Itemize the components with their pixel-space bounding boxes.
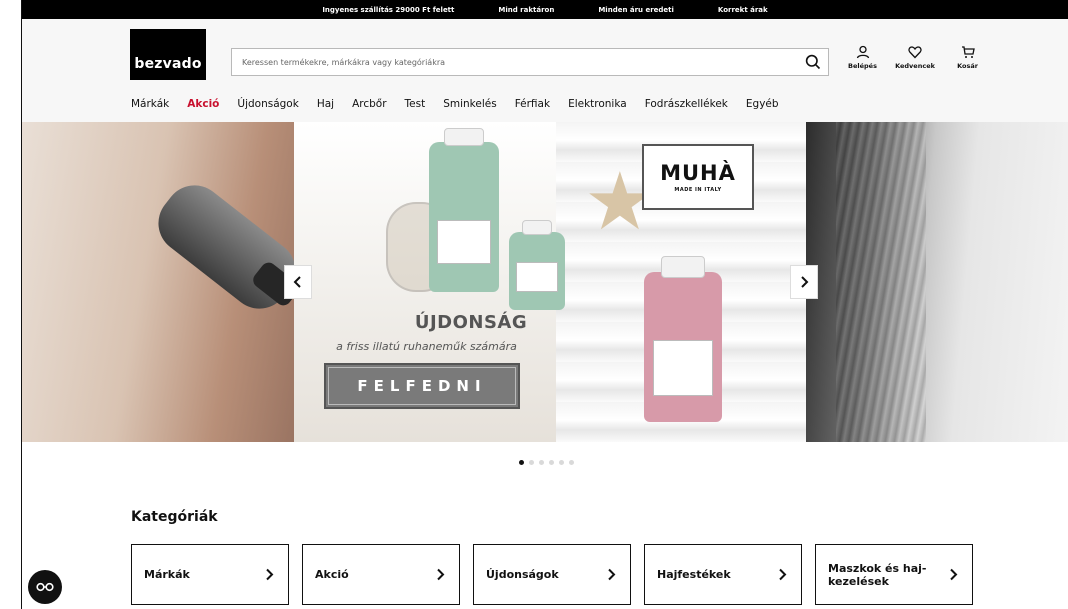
hero-slide-prev-preview [22, 122, 308, 442]
nav-item-new[interactable]: Újdonságok [237, 98, 298, 110]
hero-slide-active[interactable]: ★ MUHÀ MADE IN ITALY ÚJDONSÁG a friss il… [294, 122, 806, 442]
accessibility-button[interactable] [28, 570, 62, 604]
carousel-dot[interactable] [519, 460, 524, 465]
nav-item-other[interactable]: Egyéb [746, 98, 779, 110]
category-label: Hajfestékek [657, 568, 731, 581]
chevron-right-icon [801, 276, 809, 288]
search-input[interactable] [232, 49, 798, 75]
site-header: bezvado Belépés Kedvencek Kosár [22, 19, 1068, 85]
nav-item-men[interactable]: Férfiak [515, 98, 550, 110]
carousel-dot[interactable] [529, 460, 534, 465]
hero-subtitle: a friss illatú ruhaneműk számára [336, 340, 517, 353]
promo-bar: Ingyenes szállítás 29000 Ft felett Mind … [22, 0, 1068, 19]
carousel-next-button[interactable] [790, 265, 818, 299]
hero-title: ÚJDONSÁG [414, 312, 528, 333]
category-label: Maszkok és haj-kezelések [828, 561, 927, 588]
site-logo[interactable]: bezvado [130, 29, 206, 80]
promo-free-shipping: Ingyenes szállítás 29000 Ft felett [322, 5, 455, 14]
category-card-new[interactable]: Újdonságok [473, 544, 631, 605]
category-card-brands[interactable]: Márkák [131, 544, 289, 605]
category-card-hair-dyes[interactable]: Hajfestékek [644, 544, 802, 605]
chevron-right-icon [608, 568, 616, 581]
chevron-right-icon [779, 568, 787, 581]
brand-tagline: MADE IN ITALY [674, 187, 722, 193]
carousel-dot[interactable] [539, 460, 544, 465]
nav-item-hair[interactable]: Haj [317, 98, 334, 110]
preview-hair-image [836, 122, 926, 442]
glasses-icon [36, 582, 54, 592]
nav-item-makeup[interactable]: Sminkelés [443, 98, 496, 110]
carousel-dot[interactable] [549, 460, 554, 465]
carousel-dot[interactable] [559, 460, 564, 465]
product-bottle-large [429, 128, 499, 292]
carousel-dots [519, 460, 574, 465]
brand-logo-box: MUHÀ MADE IN ITALY [642, 144, 754, 210]
category-label: Újdonságok [486, 568, 559, 581]
chevron-right-icon [950, 568, 958, 581]
main-navigation: Márkák Akció Újdonságok Haj Arcbőr Test … [22, 85, 1068, 122]
promo-in-stock: Mind raktáron [498, 5, 555, 14]
page-left-border [0, 0, 22, 609]
header-actions: Belépés Kedvencek Kosár [844, 45, 986, 70]
chevron-right-icon [437, 568, 445, 581]
cart-icon [961, 46, 975, 58]
carousel-prev-button[interactable] [284, 265, 312, 299]
product-bottle-small [509, 220, 565, 310]
carousel-dot[interactable] [569, 460, 574, 465]
nav-item-sale[interactable]: Akció [187, 98, 219, 110]
cart-label: Kosár [957, 62, 978, 70]
chevron-left-icon [293, 276, 301, 288]
login-button[interactable]: Belépés [844, 45, 881, 70]
favorites-label: Kedvencek [895, 62, 935, 70]
login-label: Belépés [848, 62, 877, 70]
heart-icon [908, 46, 922, 59]
promo-fair-prices: Korrekt árak [717, 5, 768, 14]
nav-item-hairdresser[interactable]: Fodrászkellékek [645, 98, 728, 110]
category-label: Akció [315, 568, 349, 581]
user-icon [856, 45, 869, 59]
category-card-sale[interactable]: Akció [302, 544, 460, 605]
favorites-button[interactable]: Kedvencek [889, 45, 941, 70]
categories-heading: Kategóriák [131, 509, 218, 525]
categories-row: Márkák Akció Újdonságok Hajfestékek Masz… [131, 544, 973, 605]
hero-slide-next-preview [806, 122, 1068, 442]
chevron-right-icon [266, 568, 274, 581]
brand-name: MUHÀ [660, 161, 736, 185]
cart-button[interactable]: Kosár [949, 45, 986, 70]
search-icon[interactable] [798, 49, 828, 75]
nav-item-face[interactable]: Arcbőr [352, 98, 386, 110]
product-bottle-pink [644, 256, 722, 422]
nav-item-body[interactable]: Test [405, 98, 426, 110]
search-bar [231, 48, 829, 76]
hero-carousel: ★ MUHÀ MADE IN ITALY ÚJDONSÁG a friss il… [22, 122, 1068, 442]
category-card-masks[interactable]: Maszkok és haj-kezelések [815, 544, 973, 605]
promo-original: Minden áru eredeti [598, 5, 674, 14]
category-label: Márkák [144, 568, 190, 581]
nav-item-electronics[interactable]: Elektronika [568, 98, 627, 110]
hero-cta-button[interactable]: FELFEDNI [324, 363, 520, 409]
nav-item-brands[interactable]: Márkák [131, 98, 169, 110]
